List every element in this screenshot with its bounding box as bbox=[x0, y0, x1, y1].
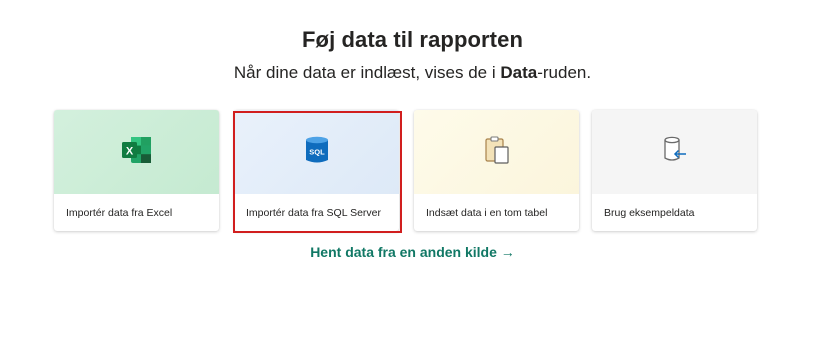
subtitle-tail-text: -ruden. bbox=[537, 63, 592, 82]
sql-card-art: SQL bbox=[234, 110, 399, 194]
import-sql-server-card[interactable]: SQL Importér data fra SQL Server bbox=[234, 110, 399, 231]
page-title: Føj data til rapporten bbox=[302, 27, 523, 52]
excel-icon: X bbox=[121, 135, 153, 170]
excel-card-art: X bbox=[54, 110, 219, 194]
sample-data-card-art bbox=[592, 110, 757, 194]
sample-data-label: Brug eksempeldata bbox=[604, 207, 695, 219]
blank-table-label: Indsæt data i en tom tabel bbox=[426, 207, 548, 219]
subtitle-text: Når dine data er indlæst, vises de i bbox=[233, 63, 501, 82]
sql-icon-text: SQL bbox=[309, 147, 325, 156]
svg-text:X: X bbox=[125, 145, 133, 157]
subtitle-bold-text: Data bbox=[500, 63, 538, 82]
data-source-cards: X Importér data fra Excel SQL Importér d… bbox=[54, 110, 774, 233]
add-data-page: Føj data til rapporten Når dine data er … bbox=[0, 0, 825, 342]
clipboard-icon bbox=[483, 135, 511, 170]
import-excel-card[interactable]: X Importér data fra Excel bbox=[54, 110, 219, 231]
sample-data-card[interactable]: Brug eksempeldata bbox=[592, 110, 757, 231]
blank-table-card-art bbox=[414, 110, 579, 194]
sample-data-icon bbox=[661, 135, 689, 170]
sql-server-icon: SQL bbox=[304, 135, 330, 170]
import-sql-server-label: Importér data fra SQL Server bbox=[246, 207, 381, 219]
blank-table-card[interactable]: Indsæt data i en tom tabel bbox=[414, 110, 579, 231]
page-subtitle: Når dine data er indlæst, vises de i Dat… bbox=[0, 63, 825, 83]
other-source-link[interactable]: Hent data fra en anden kilde → bbox=[0, 244, 825, 260]
import-excel-label: Importér data fra Excel bbox=[66, 207, 173, 219]
